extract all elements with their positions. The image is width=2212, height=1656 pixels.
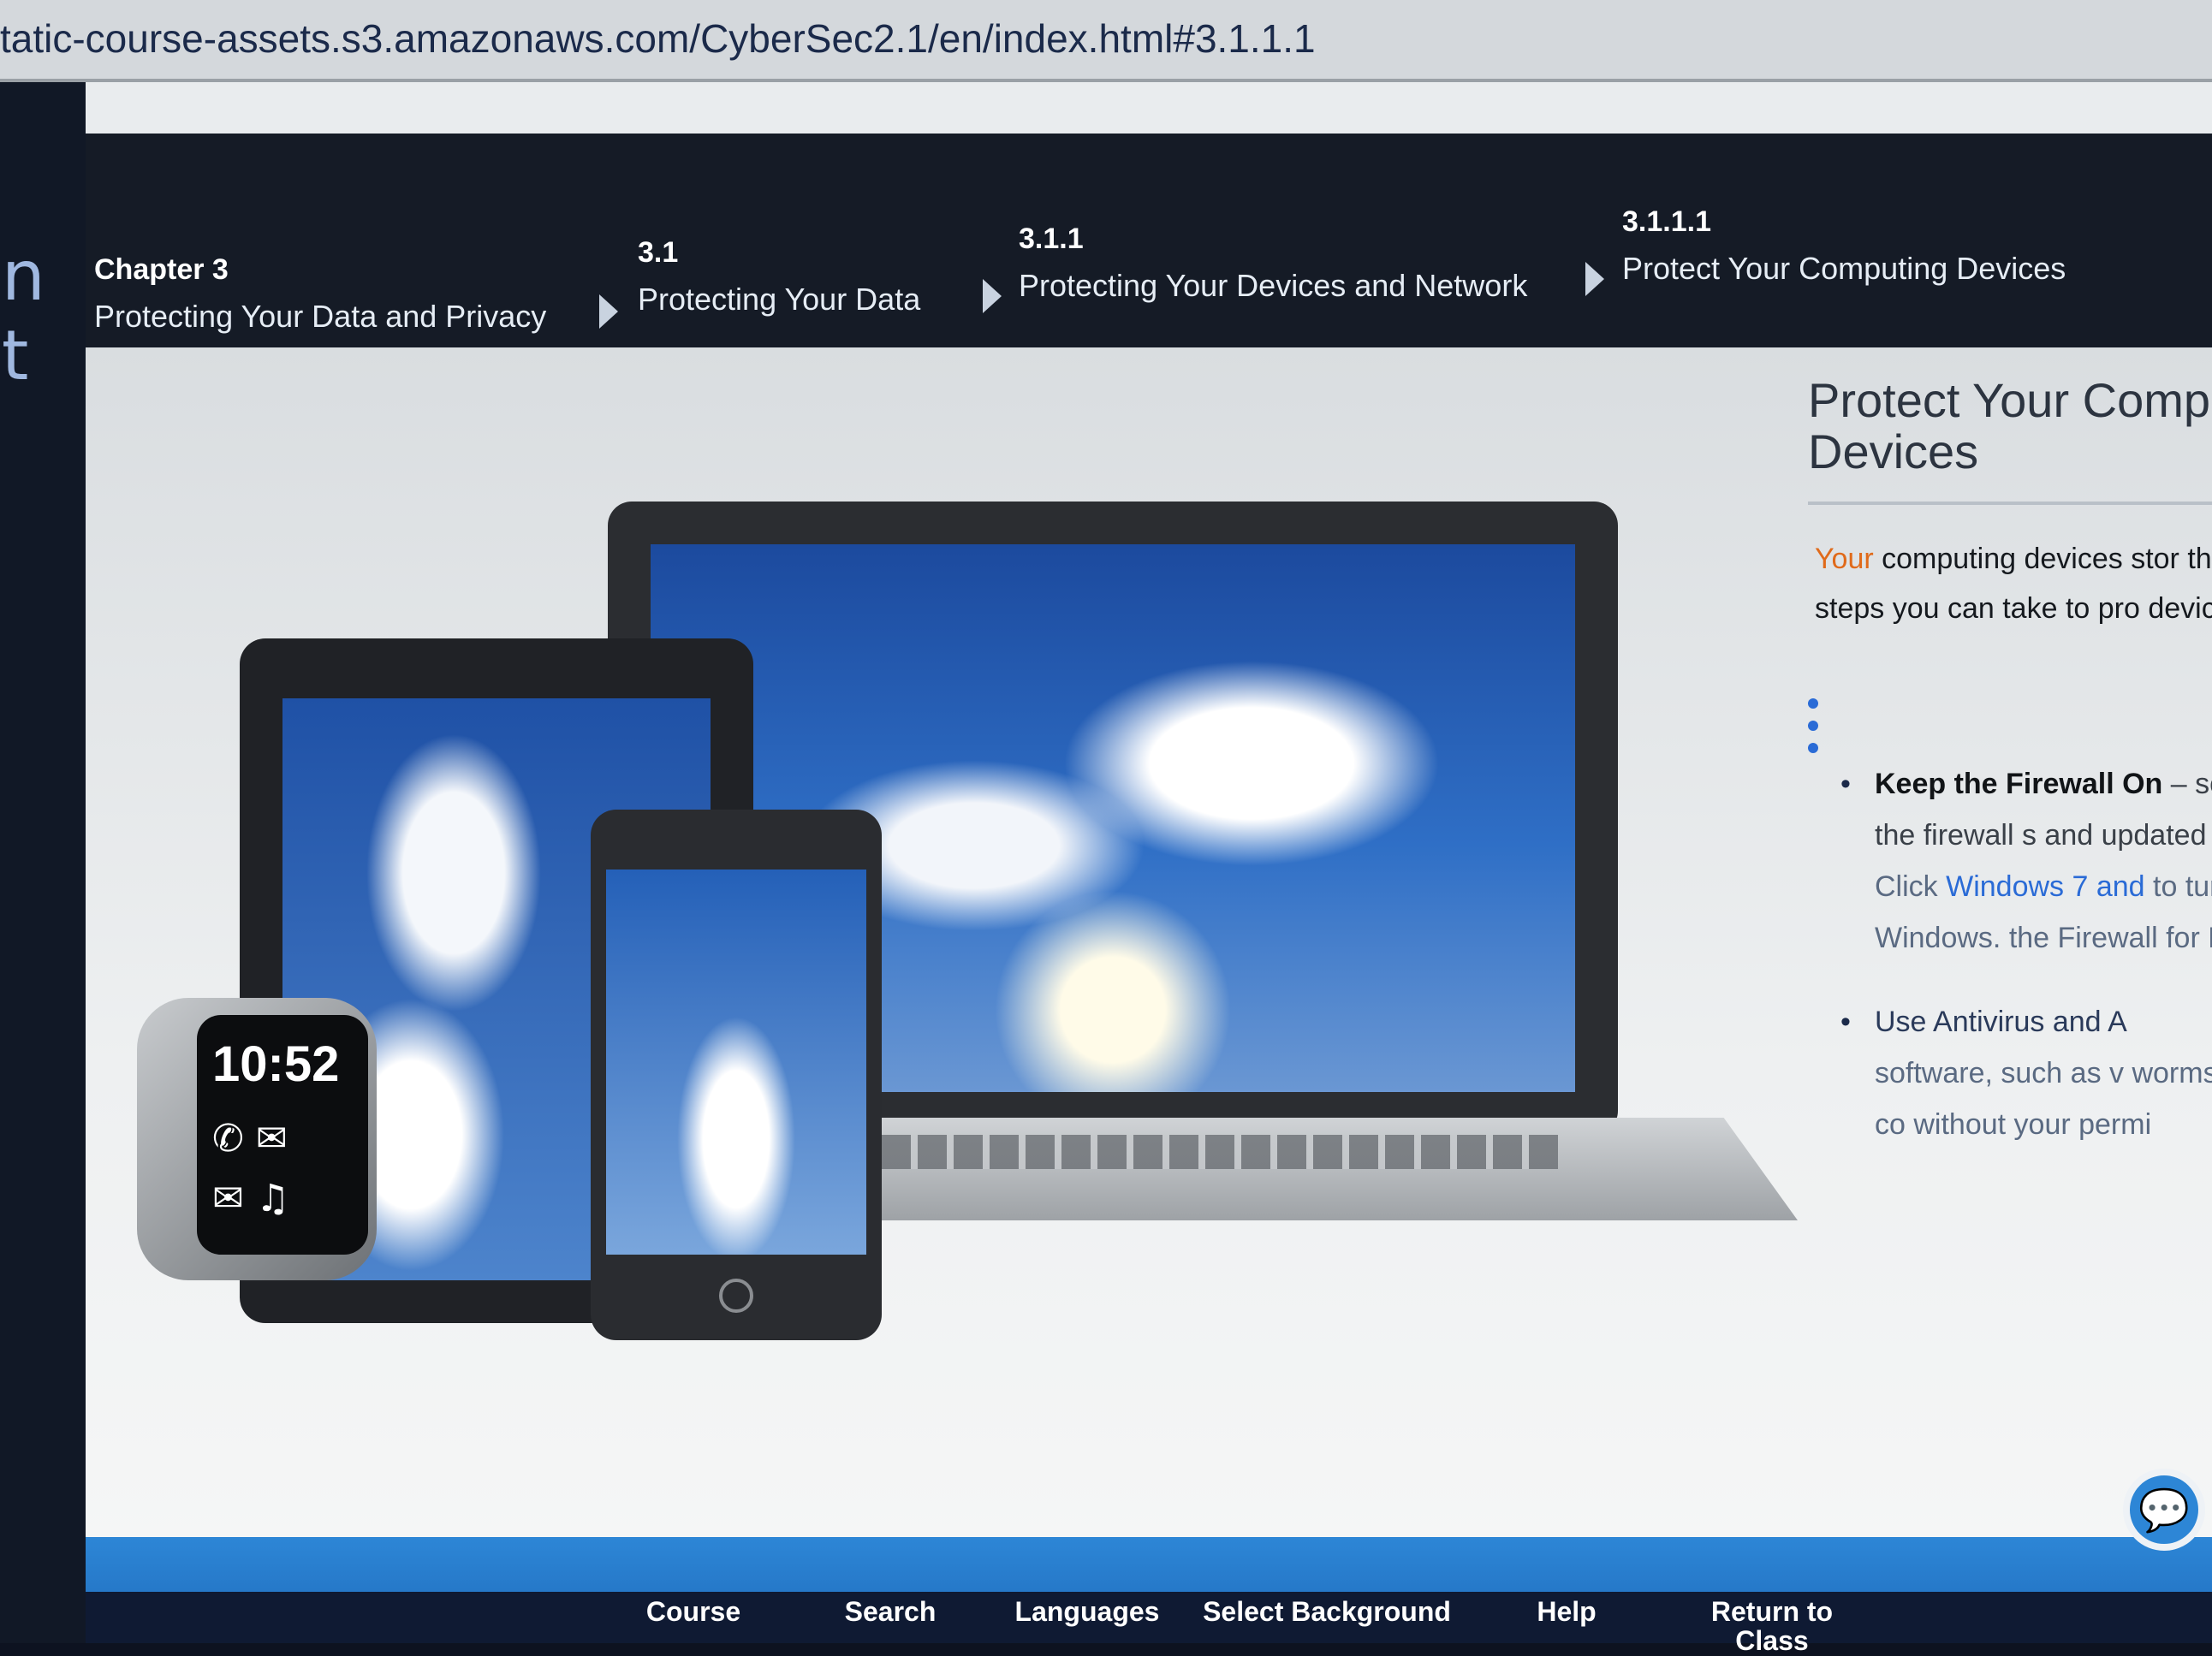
page-title-line2: Devices [1808, 424, 1979, 478]
left-frame: n t [0, 82, 86, 1643]
firewall-tip-click: Click [1875, 870, 1947, 903]
title-divider [1808, 502, 2212, 505]
phone-home-button [719, 1279, 753, 1313]
nav-search[interactable]: Search [805, 1597, 976, 1626]
phone-image [591, 810, 882, 1340]
breadcrumb-chapter-title: Protecting Your Data and Privacy [94, 299, 547, 334]
course-app: Chapter 3 Protecting Your Data and Priva… [86, 82, 2212, 1643]
nav-help[interactable]: Help [1490, 1597, 1644, 1626]
url-text[interactable]: tatic-course-assets.s3.amazonaws.com/Cyb… [0, 15, 1316, 62]
intro-accent-word: Your [1815, 543, 1874, 575]
breadcrumb-header: Chapter 3 Protecting Your Data and Priva… [86, 134, 2212, 347]
list-item: Use Antivirus and A software, such as v w… [1840, 996, 2212, 1150]
tips-list: Keep the Firewall On – software firewall… [1840, 758, 2212, 1183]
nav-return-to-class[interactable]: Return to Class [1678, 1597, 1866, 1655]
headset-icon: ♫ [255, 1177, 290, 1220]
breadcrumb-page-number: 3.1.1.1 [1622, 205, 1711, 238]
smartwatch-image: 10:52 ✆ ✉ ✉ ♫ [137, 998, 377, 1280]
bottom-navigation: Course Search Languages Select Backgroun… [86, 1592, 2212, 1655]
breadcrumb-section-number: 3.1 [638, 236, 679, 269]
breadcrumb-page[interactable]: 3.1.1.1 Protect Your Computing Devices [1622, 205, 2066, 287]
antivirus-tip-heading: Use Antivirus and A [1875, 1006, 2127, 1038]
triangle-right-icon [983, 279, 1002, 313]
nav-course[interactable]: Course [608, 1597, 779, 1626]
nav-select-background[interactable]: Select Background [1198, 1597, 1455, 1626]
breadcrumb-chapter[interactable]: Chapter 3 Protecting Your Data and Priva… [94, 253, 546, 335]
page-title-line1: Protect Your Comp [1808, 373, 2211, 427]
phone-sky-display [606, 870, 866, 1255]
phone-icon: ✆ [212, 1117, 244, 1160]
browser-address-bar[interactable]: tatic-course-assets.s3.amazonaws.com/Cyb… [0, 0, 2212, 82]
firewall-tip-heading: Keep the Firewall On [1875, 768, 2163, 800]
message-icon: ✉ [255, 1117, 288, 1160]
breadcrumb-section[interactable]: 3.1 Protecting Your Data [638, 236, 920, 318]
breadcrumb-page-title: Protect Your Computing Devices [1622, 251, 2066, 286]
left-partial-text: n t [2, 236, 45, 395]
breadcrumb-topic[interactable]: 3.1.1 Protecting Your Devices and Networ… [1019, 223, 1527, 304]
triangle-right-icon [1585, 262, 1604, 296]
intro-text: computing devices stor the portal to you… [1815, 543, 2212, 625]
lesson-content: Protect Your Comp Devices Your computing… [1798, 347, 2212, 1546]
page-title: Protect Your Comp Devices [1808, 375, 2212, 478]
watch-time: 10:52 [212, 1036, 340, 1092]
breadcrumb-topic-title: Protecting Your Devices and Network [1019, 268, 1528, 303]
antivirus-tip-text: software, such as v worms, ransomwar ins… [1875, 1057, 2212, 1141]
breadcrumb-section-title: Protecting Your Data [638, 282, 921, 317]
breadcrumb-chapter-number: Chapter 3 [94, 253, 229, 286]
mail-icon: ✉ [212, 1177, 244, 1220]
triangle-right-icon [599, 294, 618, 329]
watch-face: 10:52 ✆ ✉ ✉ ♫ [197, 1015, 368, 1255]
nav-languages[interactable]: Languages [993, 1597, 1181, 1626]
list-item: Keep the Firewall On – software firewall… [1840, 758, 2212, 964]
more-options-icon[interactable] [1808, 698, 1822, 775]
intro-paragraph: Your computing devices stor the portal t… [1815, 534, 2212, 633]
breadcrumb-topic-number: 3.1.1 [1019, 223, 1084, 255]
windows-firewall-link[interactable]: Windows 7 and [1946, 870, 2144, 903]
watch-app-icons: ✆ ✉ ✉ ♫ [212, 1109, 358, 1229]
chat-icon[interactable]: 💬 [2123, 1469, 2205, 1551]
